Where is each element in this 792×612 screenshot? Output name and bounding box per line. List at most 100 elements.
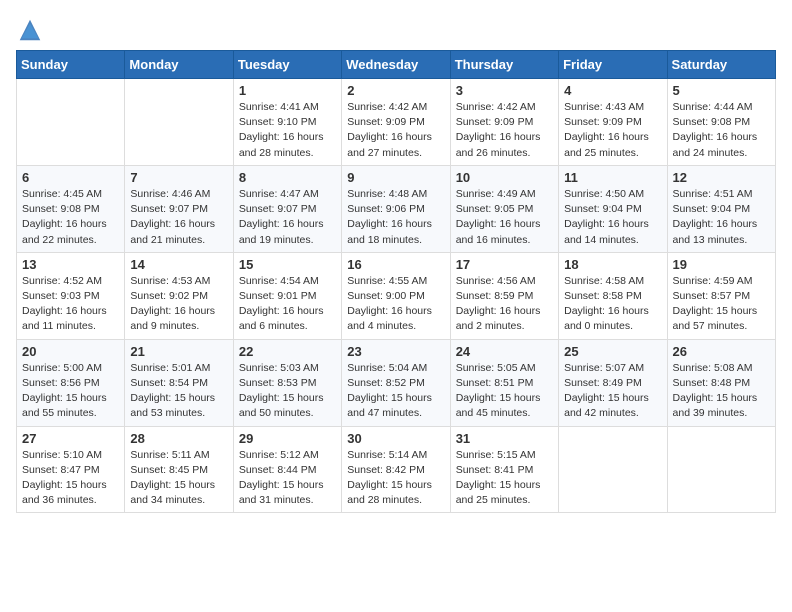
- calendar-cell: 6 Sunrise: 4:45 AM Sunset: 9:08 PM Daylig…: [17, 165, 125, 252]
- calendar-cell: 3 Sunrise: 4:42 AM Sunset: 9:09 PM Daylig…: [450, 79, 558, 166]
- day-info: Sunrise: 4:53 AM Sunset: 9:02 PM Dayligh…: [130, 274, 227, 335]
- day-info: Sunrise: 4:50 AM Sunset: 9:04 PM Dayligh…: [564, 187, 661, 248]
- weekday-header-tuesday: Tuesday: [233, 51, 341, 79]
- calendar-week-1: 1 Sunrise: 4:41 AM Sunset: 9:10 PM Daylig…: [17, 79, 776, 166]
- calendar-cell: 20 Sunrise: 5:00 AM Sunset: 8:56 PM Dayli…: [17, 339, 125, 426]
- weekday-header-sunday: Sunday: [17, 51, 125, 79]
- calendar-cell: 28Sunrise: 5:11 AM Sunset: 8:45 PM Dayli…: [125, 426, 233, 513]
- day-number: 27: [22, 431, 119, 446]
- logo: [16, 16, 48, 44]
- day-number: 18: [564, 257, 661, 272]
- day-info: Sunrise: 4:45 AM Sunset: 9:08 PM Dayligh…: [22, 187, 119, 248]
- calendar-cell: 11Sunrise: 4:50 AM Sunset: 9:04 PM Dayli…: [559, 165, 667, 252]
- calendar-body: 1 Sunrise: 4:41 AM Sunset: 9:10 PM Daylig…: [17, 79, 776, 513]
- weekday-header-saturday: Saturday: [667, 51, 775, 79]
- day-number: 14: [130, 257, 227, 272]
- day-number: 2: [347, 83, 444, 98]
- calendar-cell: 24 Sunrise: 5:05 AM Sunset: 8:51 PM Dayli…: [450, 339, 558, 426]
- day-number: 15: [239, 257, 336, 272]
- day-info: Sunrise: 5:08 AM Sunset: 8:48 PM Dayligh…: [673, 361, 770, 422]
- calendar-cell: 22Sunrise: 5:03 AM Sunset: 8:53 PM Dayli…: [233, 339, 341, 426]
- day-number: 31: [456, 431, 553, 446]
- calendar-cell: 2 Sunrise: 4:42 AM Sunset: 9:09 PM Daylig…: [342, 79, 450, 166]
- calendar-cell: 1 Sunrise: 4:41 AM Sunset: 9:10 PM Daylig…: [233, 79, 341, 166]
- logo-icon: [16, 16, 44, 44]
- day-number: 25: [564, 344, 661, 359]
- calendar-cell: 23Sunrise: 5:04 AM Sunset: 8:52 PM Dayli…: [342, 339, 450, 426]
- calendar-cell: 29 Sunrise: 5:12 AM Sunset: 8:44 PM Dayli…: [233, 426, 341, 513]
- weekday-header-wednesday: Wednesday: [342, 51, 450, 79]
- calendar-cell: 17 Sunrise: 4:56 AM Sunset: 8:59 PM Dayli…: [450, 252, 558, 339]
- calendar-cell: 15 Sunrise: 4:54 AM Sunset: 9:01 PM Dayli…: [233, 252, 341, 339]
- day-info: Sunrise: 4:52 AM Sunset: 9:03 PM Dayligh…: [22, 274, 119, 335]
- day-info: Sunrise: 4:54 AM Sunset: 9:01 PM Dayligh…: [239, 274, 336, 335]
- day-info: Sunrise: 5:05 AM Sunset: 8:51 PM Dayligh…: [456, 361, 553, 422]
- calendar-cell: [125, 79, 233, 166]
- day-number: 3: [456, 83, 553, 98]
- calendar-cell: 10Sunrise: 4:49 AM Sunset: 9:05 PM Dayli…: [450, 165, 558, 252]
- day-info: Sunrise: 4:42 AM Sunset: 9:09 PM Dayligh…: [347, 100, 444, 161]
- calendar-cell: 12 Sunrise: 4:51 AM Sunset: 9:04 PM Dayli…: [667, 165, 775, 252]
- day-info: Sunrise: 5:14 AM Sunset: 8:42 PM Dayligh…: [347, 448, 444, 509]
- day-info: Sunrise: 5:03 AM Sunset: 8:53 PM Dayligh…: [239, 361, 336, 422]
- day-info: Sunrise: 5:11 AM Sunset: 8:45 PM Dayligh…: [130, 448, 227, 509]
- calendar-cell: 30Sunrise: 5:14 AM Sunset: 8:42 PM Dayli…: [342, 426, 450, 513]
- calendar-cell: 31 Sunrise: 5:15 AM Sunset: 8:41 PM Dayli…: [450, 426, 558, 513]
- day-info: Sunrise: 4:58 AM Sunset: 8:58 PM Dayligh…: [564, 274, 661, 335]
- day-number: 5: [673, 83, 770, 98]
- day-number: 12: [673, 170, 770, 185]
- day-info: Sunrise: 5:10 AM Sunset: 8:47 PM Dayligh…: [22, 448, 119, 509]
- day-number: 4: [564, 83, 661, 98]
- page-header: [16, 16, 776, 44]
- day-info: Sunrise: 4:41 AM Sunset: 9:10 PM Dayligh…: [239, 100, 336, 161]
- calendar-cell: 26 Sunrise: 5:08 AM Sunset: 8:48 PM Dayli…: [667, 339, 775, 426]
- day-info: Sunrise: 5:12 AM Sunset: 8:44 PM Dayligh…: [239, 448, 336, 509]
- day-info: Sunrise: 4:49 AM Sunset: 9:05 PM Dayligh…: [456, 187, 553, 248]
- calendar-week-2: 6 Sunrise: 4:45 AM Sunset: 9:08 PM Daylig…: [17, 165, 776, 252]
- calendar-cell: 21Sunrise: 5:01 AM Sunset: 8:54 PM Dayli…: [125, 339, 233, 426]
- day-number: 1: [239, 83, 336, 98]
- calendar-cell: 5 Sunrise: 4:44 AM Sunset: 9:08 PM Daylig…: [667, 79, 775, 166]
- calendar-cell: 14 Sunrise: 4:53 AM Sunset: 9:02 PM Dayli…: [125, 252, 233, 339]
- calendar-header: SundayMondayTuesdayWednesdayThursdayFrid…: [17, 51, 776, 79]
- calendar-cell: 18 Sunrise: 4:58 AM Sunset: 8:58 PM Dayli…: [559, 252, 667, 339]
- calendar-cell: 9Sunrise: 4:48 AM Sunset: 9:06 PM Daylig…: [342, 165, 450, 252]
- day-number: 26: [673, 344, 770, 359]
- calendar-cell: 8 Sunrise: 4:47 AM Sunset: 9:07 PM Daylig…: [233, 165, 341, 252]
- calendar-week-3: 13Sunrise: 4:52 AM Sunset: 9:03 PM Dayli…: [17, 252, 776, 339]
- day-number: 21: [130, 344, 227, 359]
- day-number: 29: [239, 431, 336, 446]
- calendar-table: SundayMondayTuesdayWednesdayThursdayFrid…: [16, 50, 776, 513]
- calendar-cell: 25 Sunrise: 5:07 AM Sunset: 8:49 PM Dayli…: [559, 339, 667, 426]
- day-number: 9: [347, 170, 444, 185]
- calendar-week-5: 27 Sunrise: 5:10 AM Sunset: 8:47 PM Dayli…: [17, 426, 776, 513]
- day-info: Sunrise: 4:56 AM Sunset: 8:59 PM Dayligh…: [456, 274, 553, 335]
- day-number: 19: [673, 257, 770, 272]
- day-info: Sunrise: 4:47 AM Sunset: 9:07 PM Dayligh…: [239, 187, 336, 248]
- day-number: 24: [456, 344, 553, 359]
- day-info: Sunrise: 5:07 AM Sunset: 8:49 PM Dayligh…: [564, 361, 661, 422]
- day-number: 17: [456, 257, 553, 272]
- calendar-cell: 13Sunrise: 4:52 AM Sunset: 9:03 PM Dayli…: [17, 252, 125, 339]
- calendar-cell: [667, 426, 775, 513]
- day-info: Sunrise: 5:00 AM Sunset: 8:56 PM Dayligh…: [22, 361, 119, 422]
- weekday-header-friday: Friday: [559, 51, 667, 79]
- day-info: Sunrise: 4:42 AM Sunset: 9:09 PM Dayligh…: [456, 100, 553, 161]
- weekday-header-thursday: Thursday: [450, 51, 558, 79]
- day-number: 8: [239, 170, 336, 185]
- calendar-cell: [559, 426, 667, 513]
- calendar-week-4: 20 Sunrise: 5:00 AM Sunset: 8:56 PM Dayli…: [17, 339, 776, 426]
- day-info: Sunrise: 5:04 AM Sunset: 8:52 PM Dayligh…: [347, 361, 444, 422]
- day-info: Sunrise: 5:15 AM Sunset: 8:41 PM Dayligh…: [456, 448, 553, 509]
- day-info: Sunrise: 4:51 AM Sunset: 9:04 PM Dayligh…: [673, 187, 770, 248]
- calendar-cell: 16Sunrise: 4:55 AM Sunset: 9:00 PM Dayli…: [342, 252, 450, 339]
- calendar-cell: 4Sunrise: 4:43 AM Sunset: 9:09 PM Daylig…: [559, 79, 667, 166]
- day-info: Sunrise: 4:46 AM Sunset: 9:07 PM Dayligh…: [130, 187, 227, 248]
- calendar-cell: 7Sunrise: 4:46 AM Sunset: 9:07 PM Daylig…: [125, 165, 233, 252]
- day-number: 6: [22, 170, 119, 185]
- day-info: Sunrise: 4:44 AM Sunset: 9:08 PM Dayligh…: [673, 100, 770, 161]
- day-number: 20: [22, 344, 119, 359]
- calendar-cell: 27 Sunrise: 5:10 AM Sunset: 8:47 PM Dayli…: [17, 426, 125, 513]
- day-info: Sunrise: 4:55 AM Sunset: 9:00 PM Dayligh…: [347, 274, 444, 335]
- day-info: Sunrise: 4:59 AM Sunset: 8:57 PM Dayligh…: [673, 274, 770, 335]
